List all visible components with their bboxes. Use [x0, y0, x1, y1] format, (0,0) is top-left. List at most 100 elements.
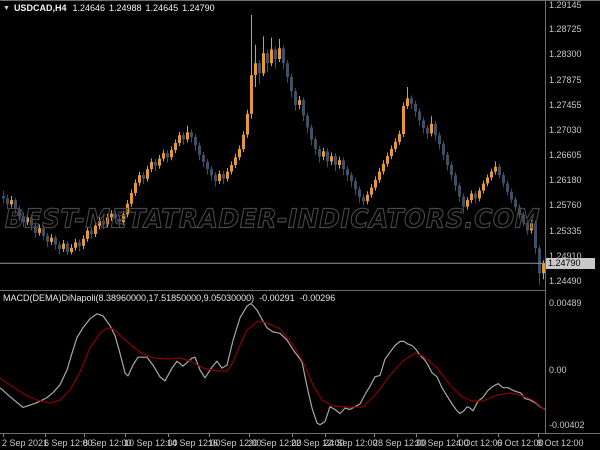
candle — [2, 196, 5, 199]
candle — [486, 177, 489, 184]
time-axis[interactable]: 2 Sep 2021 6 Sep 12:00 8 Sep 12:00 10 Sep 1… — [0, 434, 600, 450]
candle — [362, 197, 365, 202]
candle — [282, 48, 285, 64]
price-axis-label: 1.28300 — [549, 49, 582, 59]
indicator-name: MACD(DEMA)DiNapoli(8.38960000,17.5185000… — [3, 293, 255, 303]
candle — [334, 156, 337, 165]
candle — [274, 49, 277, 59]
candle — [502, 175, 505, 184]
candle — [262, 53, 265, 74]
candle — [314, 139, 317, 149]
candle — [510, 191, 513, 200]
candle — [410, 98, 413, 104]
candle — [166, 153, 169, 158]
indicator-axis-label: 0.00 — [549, 365, 567, 375]
time-axis-tick — [45, 434, 46, 437]
candle — [474, 193, 477, 199]
candle — [358, 189, 361, 198]
candle — [406, 98, 409, 106]
candle — [226, 171, 229, 179]
candle — [58, 244, 61, 249]
candle — [434, 123, 437, 136]
candle — [438, 135, 441, 145]
candle — [254, 63, 257, 76]
candle — [54, 237, 57, 245]
candle — [382, 163, 385, 172]
candle — [190, 132, 193, 138]
chart-ohlc-title: ▼ USDCAD,H4 1.24646 1.24988 1.24645 1.24790 — [3, 3, 219, 13]
time-axis-tick — [292, 434, 293, 437]
candle — [170, 150, 173, 158]
candle — [246, 113, 249, 135]
candle — [198, 145, 201, 155]
candle — [146, 169, 149, 179]
candle — [150, 162, 153, 170]
indicator-value-main: -0.00291 — [259, 293, 295, 303]
time-axis-tick — [416, 434, 417, 437]
candle — [498, 166, 501, 176]
candle — [494, 166, 497, 172]
macd-signal-line — [0, 320, 545, 411]
candle — [538, 248, 541, 274]
low-value: 1.24645 — [145, 3, 179, 13]
candle — [218, 173, 221, 181]
candle — [330, 156, 333, 162]
candle — [470, 193, 473, 201]
candle — [222, 173, 225, 179]
candle — [266, 53, 269, 64]
candle — [74, 242, 77, 248]
time-axis-label: 24 Sep 12:00 — [324, 438, 378, 448]
open-value: 1.24646 — [72, 3, 105, 13]
candle — [78, 242, 81, 246]
candle — [326, 151, 329, 162]
candle — [278, 48, 281, 59]
watermark: BEST-METATRADER-INDICATORS.COM — [4, 203, 541, 234]
candle — [230, 165, 233, 172]
candle — [426, 128, 429, 134]
macd-chart — [0, 302, 545, 426]
candle — [50, 237, 53, 242]
candle — [386, 156, 389, 164]
candle — [258, 63, 261, 74]
macd-indicator-pane[interactable]: MACD(DEMA)DiNapoli(8.38960000,17.5185000… — [0, 291, 545, 433]
candle — [306, 115, 309, 128]
candle — [298, 100, 301, 105]
time-axis-tick — [3, 434, 4, 437]
price-axis-label: 1.27030 — [549, 125, 582, 135]
candle — [178, 135, 181, 143]
time-axis-tick — [209, 434, 210, 437]
candle — [354, 181, 357, 190]
candle — [338, 160, 341, 165]
candle — [350, 175, 353, 182]
time-axis-tick — [538, 434, 539, 437]
price-axis-label: 1.26605 — [549, 150, 582, 160]
time-axis-label: 8 Oct 12:00 — [537, 438, 584, 448]
time-axis-tick — [374, 434, 375, 437]
candle — [138, 175, 141, 183]
candle — [482, 183, 485, 191]
candle — [490, 171, 493, 178]
candle — [238, 148, 241, 158]
price-axis-label: 1.26180 — [549, 175, 582, 185]
price-axis-label: 1.25760 — [549, 200, 582, 210]
candlestick-chart — [0, 15, 545, 285]
candle — [158, 158, 161, 166]
price-axis[interactable]: 1.24790 1.29145 1.28725 1.28300 1.27875 1.27… — [546, 0, 600, 434]
candle — [286, 63, 289, 77]
time-axis-tick — [125, 434, 126, 437]
candle — [414, 103, 417, 112]
candle — [186, 132, 189, 140]
candle — [66, 243, 69, 252]
candle — [214, 175, 217, 182]
candle — [310, 127, 313, 140]
candle — [250, 75, 253, 114]
candle — [162, 153, 165, 159]
candle — [182, 135, 185, 140]
macd-main-line — [0, 302, 545, 426]
candle — [234, 157, 237, 165]
indicator-axis-label: 0.00489 — [549, 298, 582, 308]
main-chart-pane[interactable]: BEST-METATRADER-INDICATORS.COM ▼ USDCAD,H… — [0, 1, 545, 290]
price-axis-label: 1.25335 — [549, 226, 582, 236]
candles-series — [2, 15, 545, 285]
time-axis-label: 2 Sep 2021 — [2, 438, 49, 448]
